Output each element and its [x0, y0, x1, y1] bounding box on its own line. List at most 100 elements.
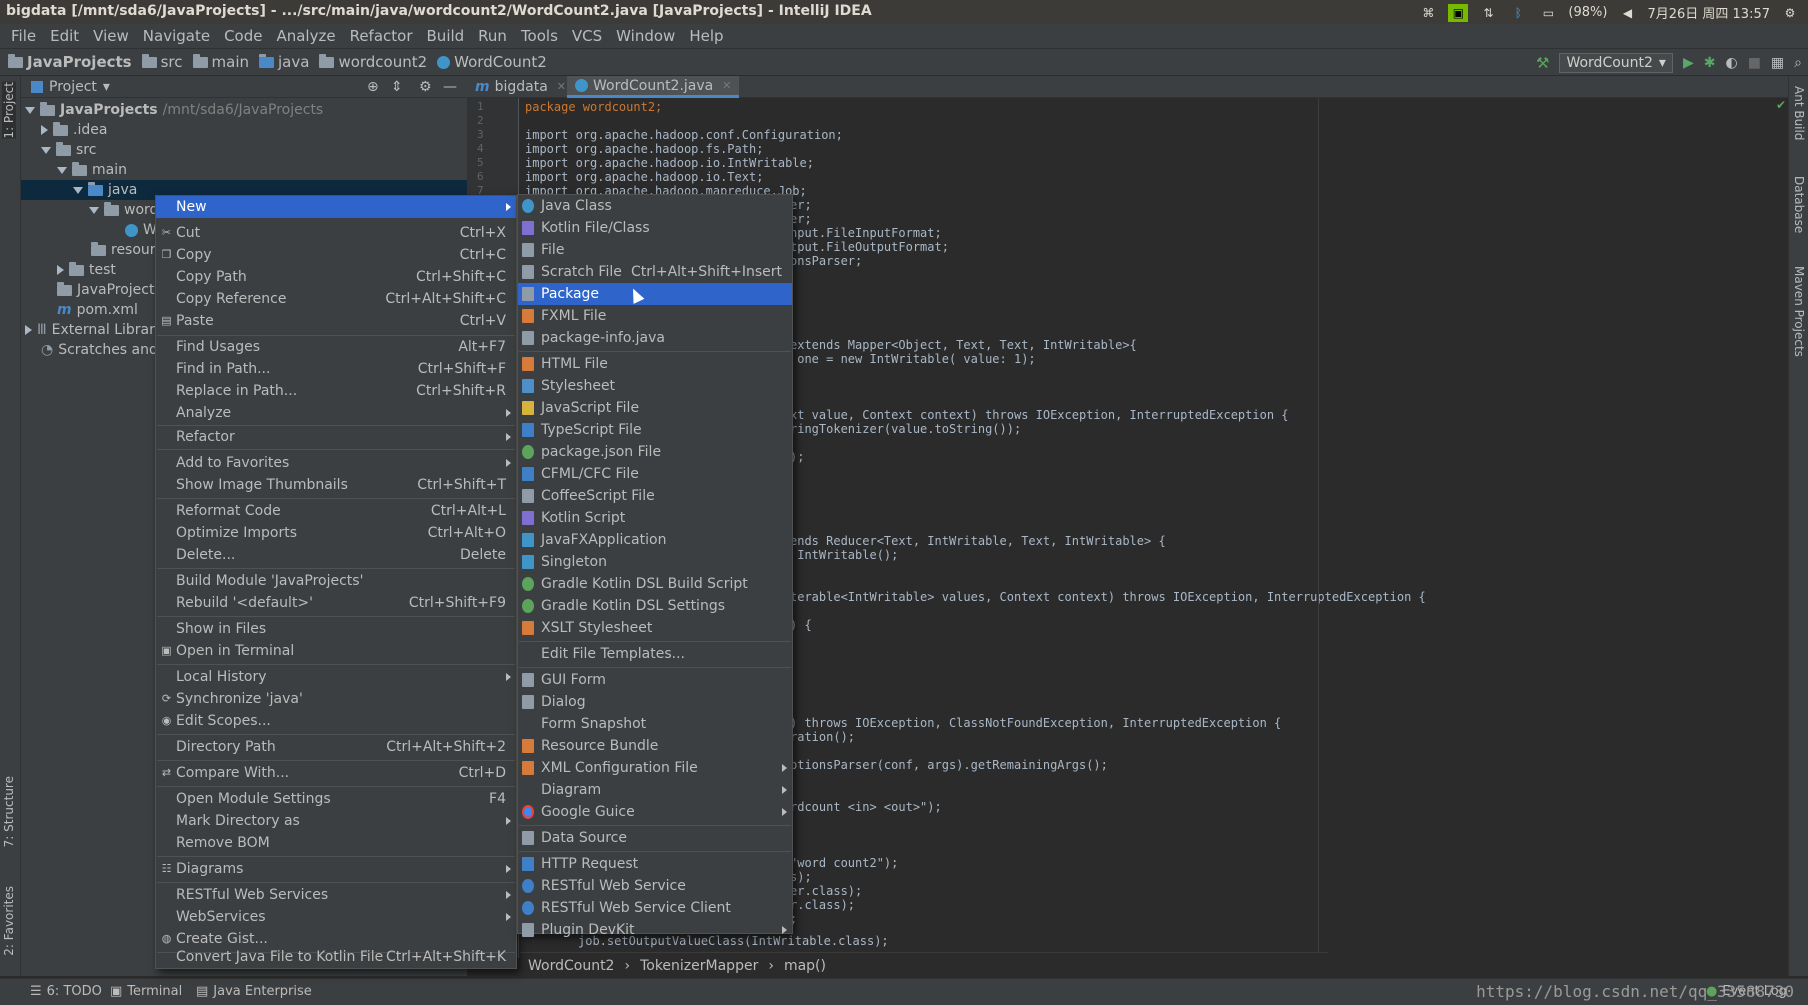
menu-item-replace-in-path[interactable]: Replace in Path... Ctrl+Shift+R	[156, 380, 516, 402]
menu-vcs[interactable]: VCS	[565, 27, 609, 45]
locate-icon[interactable]: ⊕	[367, 79, 379, 95]
expanded-icon[interactable]	[73, 186, 83, 194]
tree-node-main[interactable]: main	[57, 160, 127, 180]
stop-icon[interactable]: ■	[1748, 55, 1761, 71]
new-item-package[interactable]: Package	[518, 283, 792, 305]
menu-item-directory-path[interactable]: Directory Path Ctrl+Alt+Shift+2	[156, 736, 516, 758]
tool-window-java-enterprise[interactable]: ▤ Java Enterprise	[196, 984, 312, 999]
tool-window-maven[interactable]: Maven Projects	[1792, 266, 1806, 357]
new-item-java-class[interactable]: Java Class	[518, 195, 792, 217]
menu-item-copy[interactable]: ❐ Copy Ctrl+C	[156, 244, 516, 266]
tree-node-idea[interactable]: .idea	[41, 120, 107, 140]
menu-item-edit-scopes[interactable]: ◉ Edit Scopes...	[156, 710, 516, 732]
close-icon[interactable]: ✕	[722, 75, 731, 97]
tool-window-project[interactable]: 1: Project	[2, 82, 16, 139]
menu-item-open-in-terminal[interactable]: ▣ Open in Terminal	[156, 640, 516, 662]
menu-item-compare-with[interactable]: ⇄ Compare With... Ctrl+D	[156, 762, 516, 784]
menu-item-mark-directory-as[interactable]: Mark Directory as	[156, 810, 516, 832]
tool-window-ant-build[interactable]: Ant Build	[1792, 86, 1806, 140]
tool-window-database[interactable]: Database	[1792, 176, 1806, 233]
tree-node-resources[interactable]: resourc	[91, 240, 163, 260]
run-configuration-select[interactable]: WordCount2 ▾	[1559, 53, 1673, 73]
tree-node-root[interactable]: JavaProjects/mnt/sda6/JavaProjects	[25, 100, 323, 120]
new-item-edit-file-templates[interactable]: Edit File Templates...	[518, 643, 792, 665]
nav-crumb-java[interactable]: java	[259, 53, 309, 71]
menu-view[interactable]: View	[86, 27, 136, 45]
menu-item-webservices[interactable]: WebServices	[156, 906, 516, 928]
menu-item-cut[interactable]: ✂ Cut Ctrl+X	[156, 222, 516, 244]
menu-item-build-module[interactable]: Build Module 'JavaProjects'	[156, 570, 516, 592]
menu-edit[interactable]: Edit	[43, 27, 86, 45]
nav-crumb-project[interactable]: JavaProjects	[8, 53, 132, 71]
build-hammer-icon[interactable]: ⚒	[1536, 54, 1549, 72]
nvidia-icon[interactable]: ▣	[1448, 3, 1469, 22]
close-icon[interactable]: ✕	[557, 76, 566, 98]
menu-item-show-image-thumbnails[interactable]: Show Image Thumbnails Ctrl+Shift+T	[156, 474, 516, 496]
nav-crumb-main[interactable]: main	[192, 53, 249, 71]
collapsed-icon[interactable]	[25, 325, 32, 335]
new-item-xslt-stylesheet[interactable]: XSLT Stylesheet	[518, 617, 792, 639]
tree-node-src[interactable]: src	[41, 140, 96, 160]
expanded-icon[interactable]	[89, 206, 99, 214]
new-item-xml-configuration-file[interactable]: XML Configuration File	[518, 757, 792, 779]
tree-node-pom[interactable]: m pom.xml	[57, 300, 138, 320]
menu-item-rebuild[interactable]: Rebuild '<default>' Ctrl+Shift+F9	[156, 592, 516, 614]
expanded-icon[interactable]	[25, 106, 35, 114]
tool-window-todo[interactable]: ☰ 6: TODO	[30, 984, 102, 999]
tree-node-class[interactable]: W	[125, 220, 157, 240]
menu-help[interactable]: Help	[682, 27, 730, 45]
project-structure-icon[interactable]: ▦	[1771, 55, 1784, 71]
tree-node-scratches[interactable]: ◔ Scratches and C	[41, 340, 172, 360]
new-item-data-source[interactable]: Data Source	[518, 827, 792, 849]
menu-run[interactable]: Run	[471, 27, 514, 45]
expanded-icon[interactable]	[41, 146, 51, 154]
new-item-google-guice[interactable]: Google Guice	[518, 801, 792, 823]
new-item-kotlin-script[interactable]: Kotlin Script	[518, 507, 792, 529]
tree-node-iml[interactable]: JavaProjects	[57, 280, 162, 300]
settings-icon[interactable]: ⚙	[1780, 4, 1800, 22]
bluetooth-icon[interactable]: ᛒ	[1508, 4, 1528, 22]
menu-refactor[interactable]: Refactor	[343, 27, 420, 45]
menu-build[interactable]: Build	[420, 27, 472, 45]
breadcrumb-class[interactable]: WordCount2	[528, 958, 614, 974]
menu-item-paste[interactable]: ▤ Paste Ctrl+V	[156, 310, 516, 332]
breadcrumb-inner-class[interactable]: TokenizerMapper	[640, 958, 758, 974]
run-icon[interactable]: ▶	[1683, 55, 1694, 71]
new-item-resource-bundle[interactable]: Resource Bundle	[518, 735, 792, 757]
menu-navigate[interactable]: Navigate	[136, 27, 217, 45]
new-item-gradle-kotlin-settings[interactable]: Gradle Kotlin DSL Settings	[518, 595, 792, 617]
hide-icon[interactable]: —	[443, 79, 457, 95]
new-item-singleton[interactable]: Singleton	[518, 551, 792, 573]
battery-icon[interactable]: ▭	[1538, 4, 1558, 22]
new-item-package-json[interactable]: package.json File	[518, 441, 792, 463]
menu-analyze[interactable]: Analyze	[269, 27, 342, 45]
collapsed-icon[interactable]	[57, 265, 64, 275]
new-item-gradle-kotlin-build-script[interactable]: Gradle Kotlin DSL Build Script	[518, 573, 792, 595]
menu-item-delete[interactable]: Delete... Delete	[156, 544, 516, 566]
new-item-kotlin-file[interactable]: Kotlin File/Class	[518, 217, 792, 239]
chevron-down-icon[interactable]: ▾	[103, 79, 110, 95]
menu-item-refactor[interactable]: Refactor	[156, 426, 516, 448]
menu-code[interactable]: Code	[217, 27, 269, 45]
new-item-form-snapshot[interactable]: Form Snapshot	[518, 713, 792, 735]
new-item-scratch-file[interactable]: Scratch File Ctrl+Alt+Shift+Insert	[518, 261, 792, 283]
menu-item-add-to-favorites[interactable]: Add to Favorites	[156, 452, 516, 474]
new-item-http-request[interactable]: HTTP Request	[518, 853, 792, 875]
menu-item-find-in-path[interactable]: Find in Path... Ctrl+Shift+F	[156, 358, 516, 380]
new-item-fxml-file[interactable]: FXML File	[518, 305, 792, 327]
breadcrumb-method[interactable]: map()	[784, 958, 826, 974]
new-item-restful-web-service-client[interactable]: RESTful Web Service Client	[518, 897, 792, 919]
menu-item-synchronize[interactable]: ⟳ Synchronize 'java'	[156, 688, 516, 710]
tool-window-favorites[interactable]: 2: Favorites	[2, 886, 16, 956]
expanded-icon[interactable]	[57, 166, 67, 174]
tree-node-test[interactable]: test	[57, 260, 116, 280]
tree-node-package[interactable]: word	[89, 200, 158, 220]
menu-item-copy-reference[interactable]: Copy Reference Ctrl+Alt+Shift+C	[156, 288, 516, 310]
menu-item-reformat-code[interactable]: Reformat Code Ctrl+Alt+L	[156, 500, 516, 522]
new-item-diagram[interactable]: Diagram	[518, 779, 792, 801]
menu-window[interactable]: Window	[609, 27, 682, 45]
clock[interactable]: 7月26日 周四 13:57	[1647, 3, 1770, 22]
new-item-typescript-file[interactable]: TypeScript File	[518, 419, 792, 441]
menu-file[interactable]: File	[4, 27, 43, 45]
new-item-coffeescript-file[interactable]: CoffeeScript File	[518, 485, 792, 507]
